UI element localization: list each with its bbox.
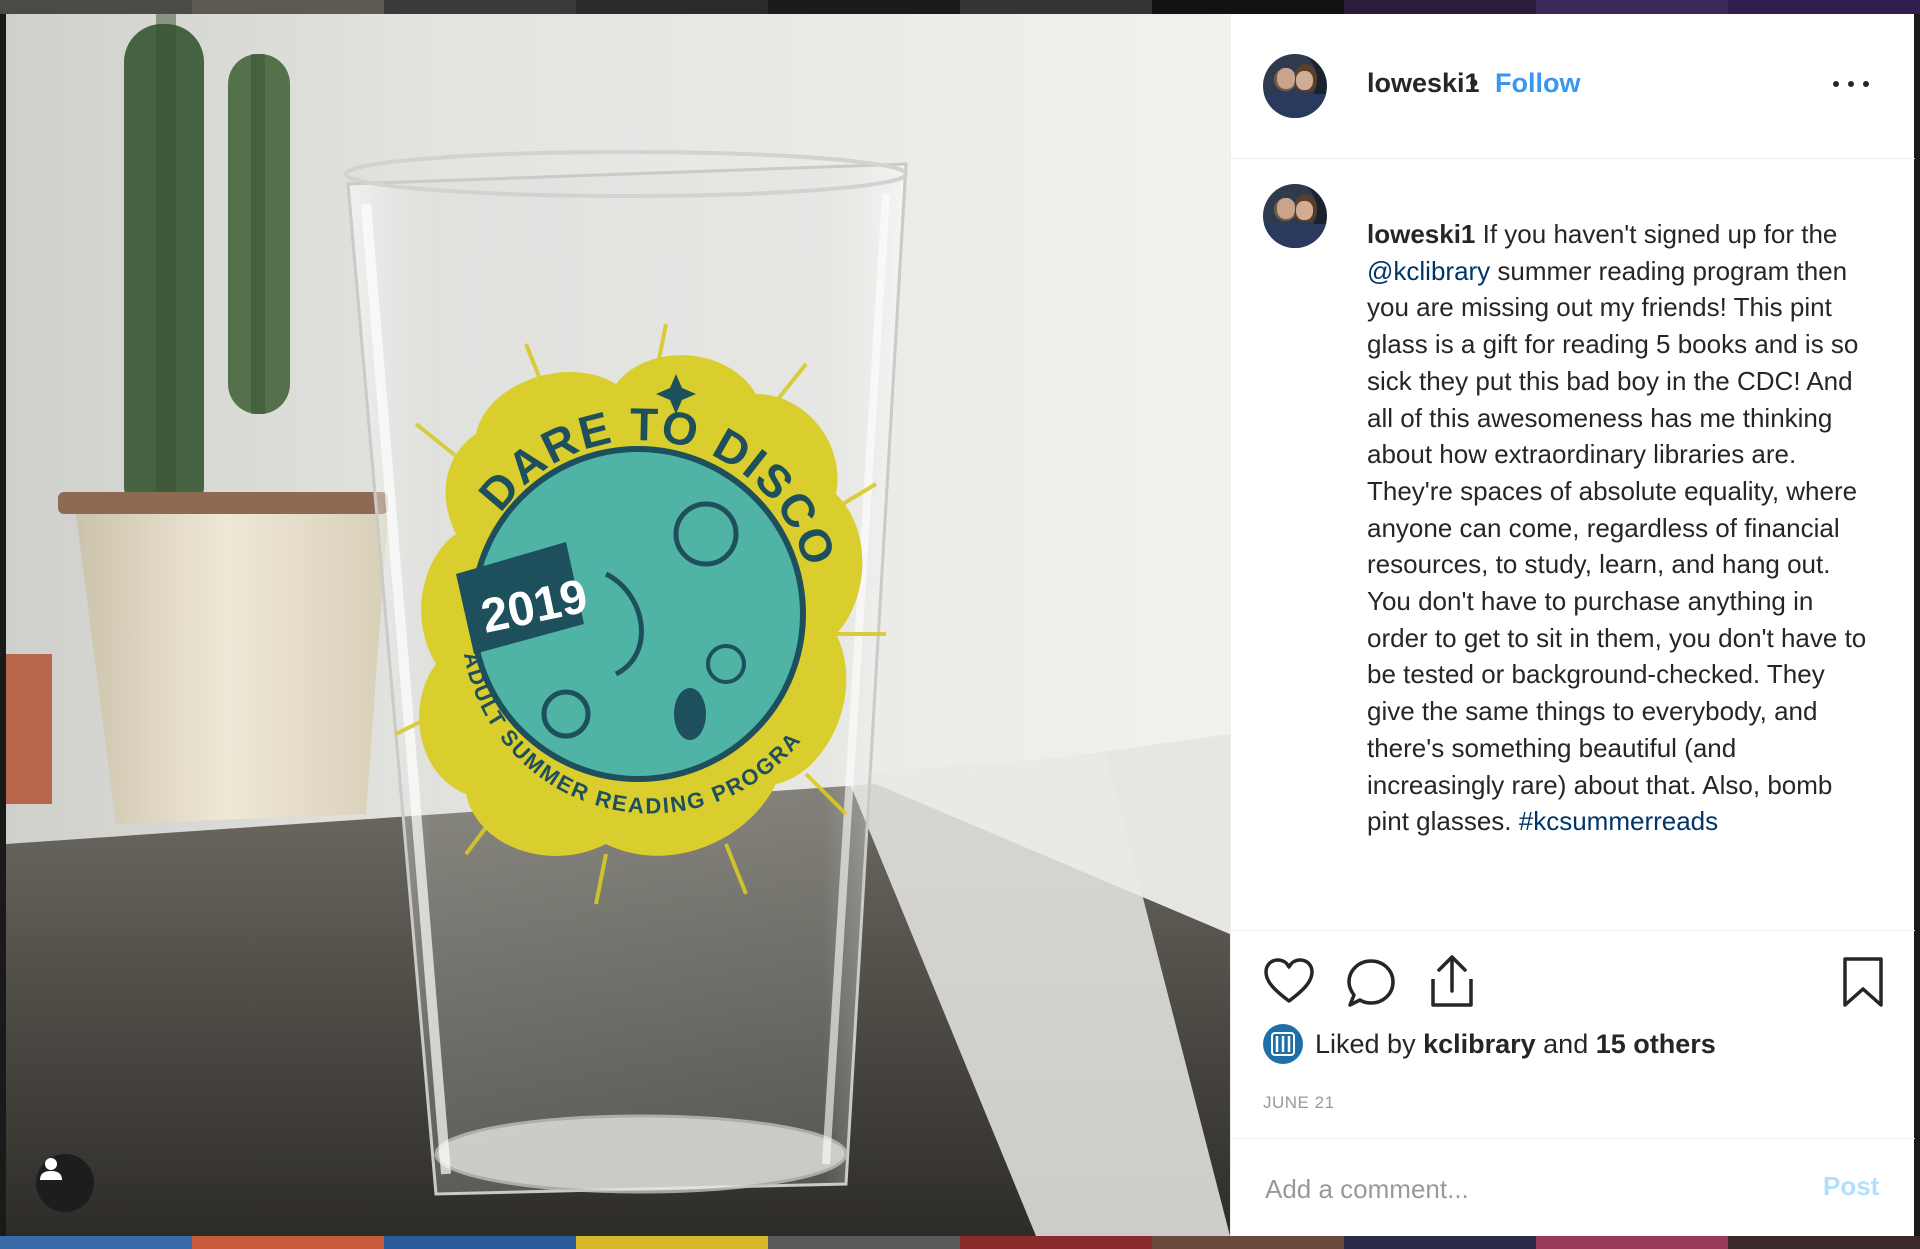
post-modal: 2019 DARE TO DISCOVER ADULT SUMMER READI…: [6, 14, 1915, 1236]
author-username-link[interactable]: loweski1: [1367, 68, 1480, 99]
caption-text-part-2: summer reading program then you are miss…: [1367, 255, 1867, 837]
heart-icon: [1264, 958, 1314, 1003]
likes-text: Liked by kclibrary and 15 others: [1315, 1029, 1716, 1060]
post-side-panel: loweski1 • Follow loweski1 If you haven'…: [1230, 14, 1915, 1236]
share-icon: [1431, 955, 1473, 1007]
user-tag-icon: [40, 1158, 62, 1180]
likes-others-link[interactable]: 15 others: [1596, 1029, 1716, 1059]
likes-summary: Liked by kclibrary and 15 others: [1263, 1023, 1716, 1065]
comment-icon: [1347, 959, 1395, 1007]
caption-mention-link[interactable]: @kclibrary: [1367, 256, 1490, 286]
caption-author-avatar[interactable]: [1263, 184, 1327, 248]
comment-input[interactable]: [1263, 1167, 1803, 1211]
caption-username-link[interactable]: loweski1: [1367, 219, 1475, 249]
liker-avatar[interactable]: [1263, 1024, 1303, 1064]
photo-illustration: 2019 DARE TO DISCOVER ADULT SUMMER READI…: [6, 14, 1230, 1236]
author-avatar[interactable]: [1263, 54, 1327, 118]
share-button[interactable]: [1427, 953, 1477, 1014]
post-actions: Liked by kclibrary and 15 others JUNE 21: [1231, 930, 1915, 1138]
post-caption: loweski1 If you haven't signed up for th…: [1367, 216, 1877, 840]
library-logo-icon: [1271, 1032, 1295, 1056]
post-header: loweski1 • Follow: [1231, 14, 1915, 159]
caption-text-part-1: If you haven't signed up for the: [1475, 219, 1838, 249]
likes-conjunction: and: [1535, 1028, 1596, 1059]
likes-prefix: Liked by: [1315, 1028, 1424, 1059]
bookmark-icon: [1843, 957, 1883, 1007]
comment-bar: Post: [1231, 1138, 1915, 1236]
follow-button[interactable]: Follow: [1495, 68, 1580, 99]
post-comment-button[interactable]: Post: [1823, 1171, 1879, 1202]
user-tag-button[interactable]: [36, 1154, 94, 1212]
background-feed-bottom: [0, 1236, 1920, 1249]
comment-button[interactable]: [1345, 957, 1397, 1014]
background-feed-top: [0, 0, 1920, 14]
save-button[interactable]: [1841, 955, 1885, 1014]
liker-username-link[interactable]: kclibrary: [1423, 1029, 1536, 1059]
more-options-icon[interactable]: [1833, 78, 1869, 90]
header-separator: •: [1469, 68, 1479, 98]
like-button[interactable]: [1263, 957, 1315, 1010]
post-date[interactable]: JUNE 21: [1263, 1093, 1335, 1113]
caption-area: loweski1 If you haven't signed up for th…: [1231, 160, 1915, 930]
caption-hashtag-link[interactable]: #kcsummerreads: [1519, 806, 1718, 836]
post-photo[interactable]: 2019 DARE TO DISCOVER ADULT SUMMER READI…: [6, 14, 1230, 1236]
